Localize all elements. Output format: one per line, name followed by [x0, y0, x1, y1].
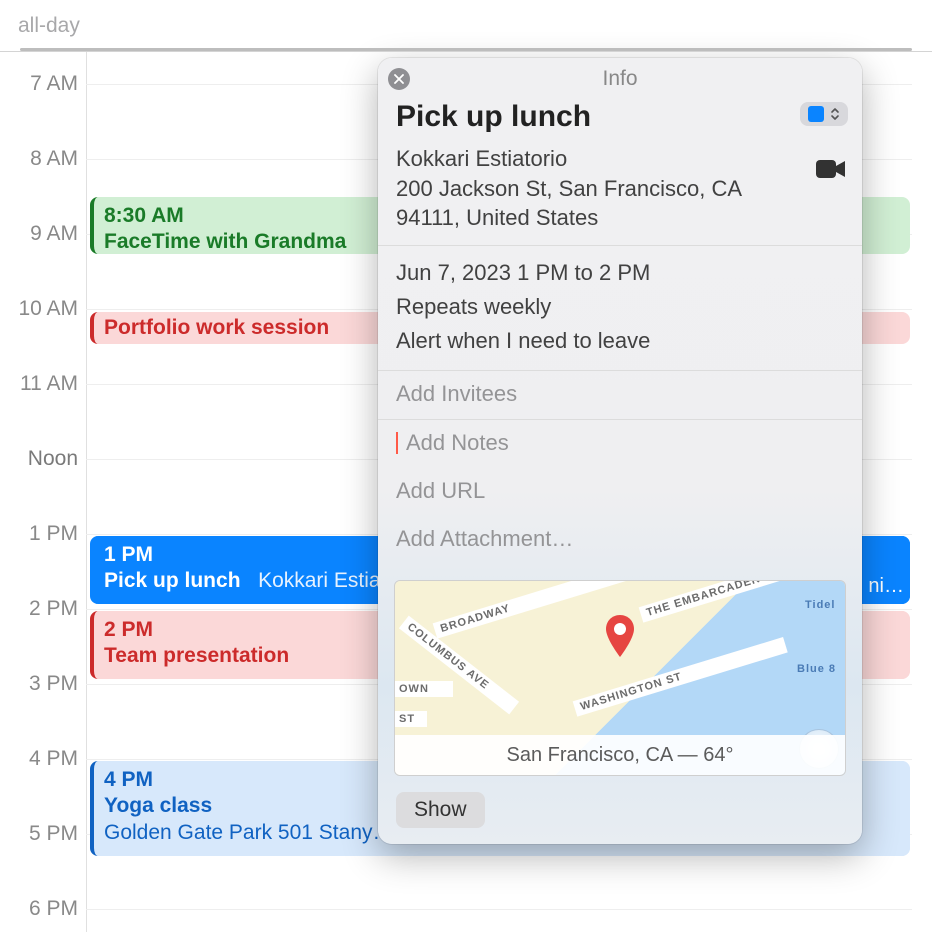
popover-header: Info — [602, 67, 637, 91]
add-invitees-field[interactable]: Add Invitees — [396, 381, 517, 406]
all-day-divider — [20, 48, 912, 51]
section-map: BROADWAY COLUMBUS AVE THE EMBARCADERO WA… — [378, 564, 862, 792]
event-title: Pick up lunch — [104, 569, 241, 592]
add-attachment-field[interactable]: Add Attachment… — [396, 526, 573, 551]
hour-1pm: 1 PM — [29, 522, 78, 546]
show-button[interactable]: Show — [396, 792, 485, 828]
street-st: ST — [394, 711, 427, 727]
event-time: 2 PM — [104, 618, 153, 641]
hour-3pm: 3 PM — [29, 672, 78, 696]
gutter-divider — [86, 52, 87, 932]
hour-6pm: 6 PM — [29, 897, 78, 921]
map-weather-footer: San Francisco, CA — 64° — [395, 735, 845, 775]
close-button[interactable] — [388, 68, 410, 90]
close-icon — [394, 74, 404, 84]
event-time: 1 PM — [104, 543, 153, 566]
section-notes-url-attach: Add Notes Add URL Add Attachment… — [378, 419, 862, 564]
event-detail-location[interactable]: Kokkari Estiatorio 200 Jackson St, San F… — [396, 144, 844, 233]
hour-noon: Noon — [28, 447, 78, 471]
event-time: 4 PM — [104, 768, 153, 791]
street-blue8: Blue 8 — [791, 661, 846, 677]
popover-titlebar: Info — [378, 58, 862, 100]
video-camera-icon — [816, 158, 846, 180]
hour-9am: 9 AM — [30, 222, 78, 246]
notes-placeholder: Add Notes — [406, 430, 509, 455]
add-notes-field[interactable]: Add Notes — [396, 430, 844, 456]
event-datetime: Jun 7, 2023 1 PM to 2 PM — [396, 256, 844, 290]
street-tidel: Tidel — [799, 597, 846, 613]
event-title: Portfolio work session — [104, 316, 329, 339]
event-alert: Alert when I need to leave — [396, 324, 844, 358]
hour-11am: 11 AM — [20, 372, 78, 396]
all-day-label: all-day — [18, 14, 80, 38]
event-detail-title[interactable]: Pick up lunch — [396, 100, 844, 134]
hour-2pm: 2 PM — [29, 597, 78, 621]
hour-5pm: 5 PM — [29, 822, 78, 846]
location-name: Kokkari Estiatorio — [396, 146, 567, 171]
hour-10am: 10 AM — [18, 297, 78, 321]
section-invitees[interactable]: Add Invitees — [378, 370, 862, 419]
calendar-color-swatch — [808, 106, 824, 122]
map-footer-text: San Francisco, CA — 64° — [507, 744, 734, 767]
add-url-field[interactable]: Add URL — [396, 478, 485, 503]
show-button-label: Show — [414, 798, 467, 821]
hour-4pm: 4 PM — [29, 747, 78, 771]
event-overflow-text: ni… — [868, 575, 904, 598]
add-video-call-button[interactable] — [816, 158, 846, 186]
event-time: 8:30 AM — [104, 204, 184, 227]
section-title-location: Pick up lunch Kokkari Estiatorio 200 Jac… — [378, 100, 862, 245]
map-preview[interactable]: BROADWAY COLUMBUS AVE THE EMBARCADERO WA… — [394, 580, 846, 776]
updown-chevron-icon — [830, 107, 840, 121]
map-pin-icon — [605, 615, 635, 663]
section-schedule[interactable]: Jun 7, 2023 1 PM to 2 PM Repeats weekly … — [378, 245, 862, 370]
location-address: 200 Jackson St, San Francisco, CA 94111,… — [396, 176, 741, 231]
event-repeat: Repeats weekly — [396, 290, 844, 324]
street-own: OWN — [394, 681, 453, 697]
event-info-popover: Info Pick up lunch Kokkari Estiatorio 20… — [378, 58, 862, 844]
calendar-picker-button[interactable] — [800, 102, 848, 126]
all-day-row[interactable]: all-day — [0, 0, 932, 52]
hour-7am: 7 AM — [30, 72, 78, 96]
hour-8am: 8 AM — [30, 147, 78, 171]
time-gutter: 7 AM 8 AM 9 AM 10 AM 11 AM Noon 1 PM 2 P… — [0, 52, 86, 932]
